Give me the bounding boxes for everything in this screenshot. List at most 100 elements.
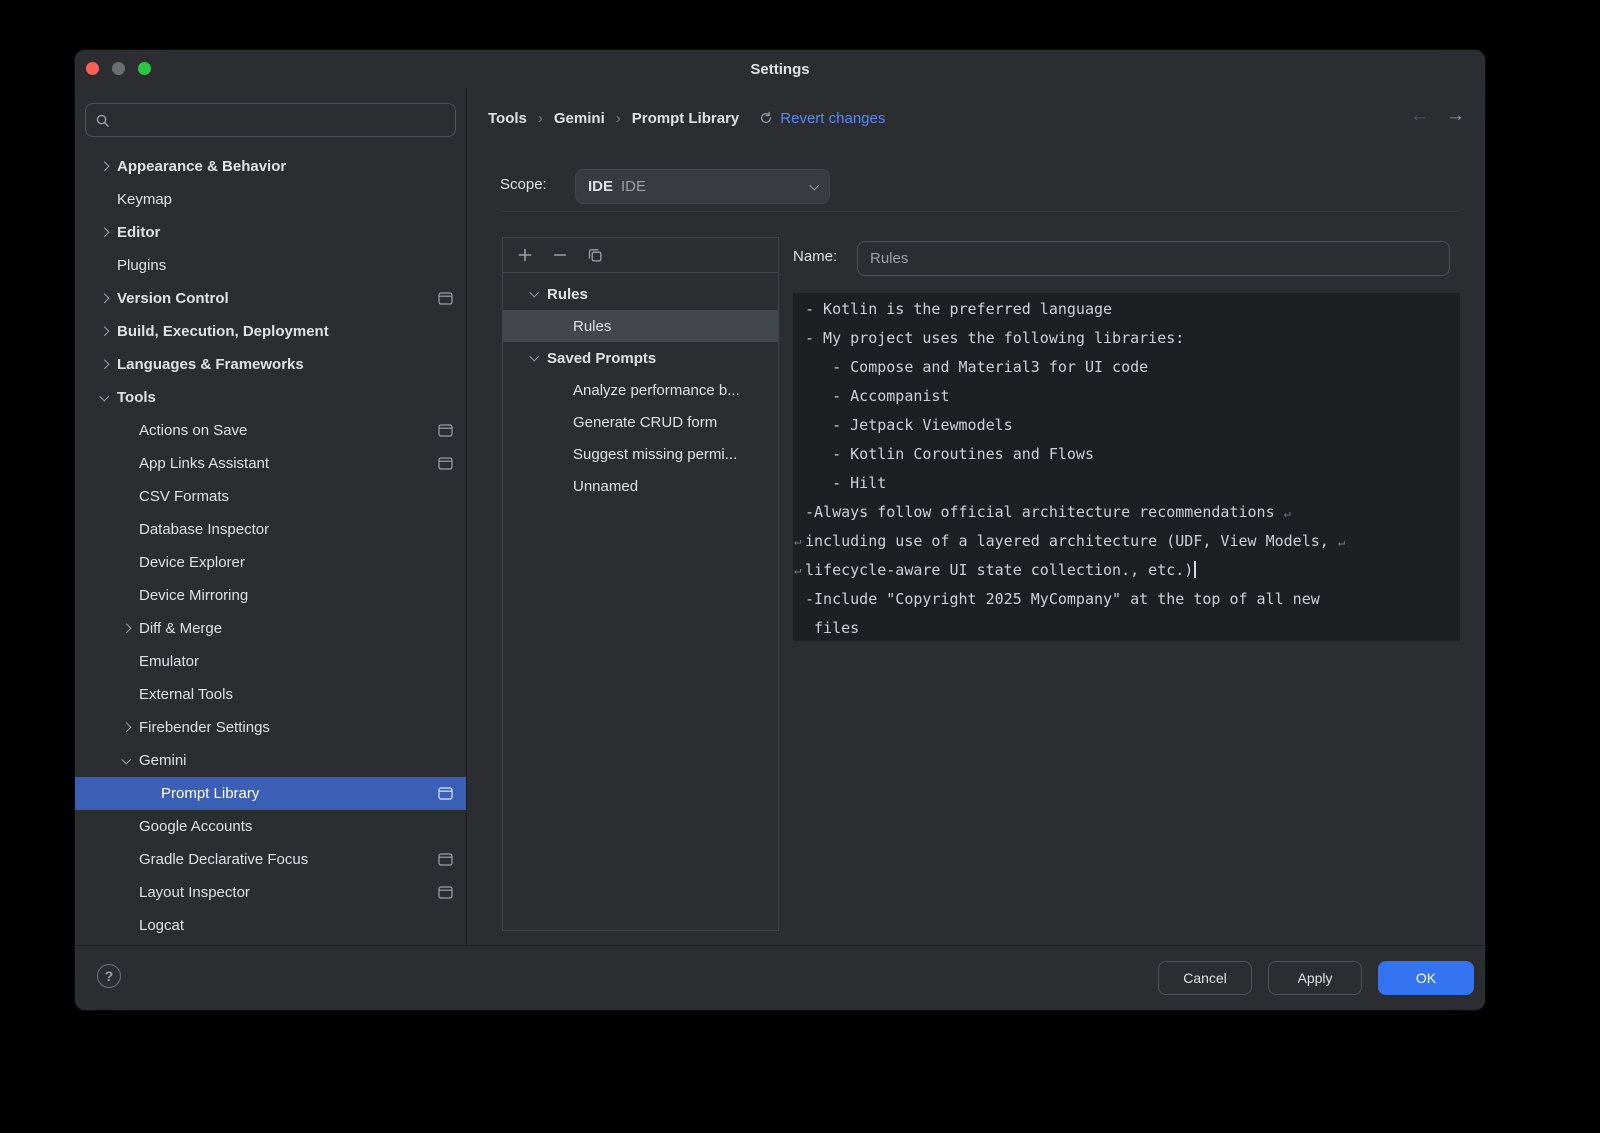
editor-line: - Accompanist (793, 382, 1460, 411)
sidebar-item-editor[interactable]: Editor (75, 216, 466, 249)
sidebar-item-firebender-settings[interactable]: Firebender Settings (75, 711, 466, 744)
ide-settings-icon (438, 886, 453, 899)
chevron-right-icon (121, 624, 130, 633)
editor-line: - Kotlin Coroutines and Flows (793, 440, 1460, 469)
prompt-item-generate-crud-form[interactable]: Generate CRUD form (503, 406, 778, 438)
traffic-lights (86, 62, 151, 75)
sidebar-item-device-mirroring[interactable]: Device Mirroring (75, 579, 466, 612)
remove-prompt-button[interactable] (549, 244, 571, 266)
sidebar-item-actions-on-save[interactable]: Actions on Save (75, 414, 466, 447)
search-icon (95, 113, 110, 128)
prompt-name-input[interactable] (857, 241, 1450, 276)
sidebar-item-tools[interactable]: Tools (75, 381, 466, 414)
sidebar-item-label: Editor (117, 224, 160, 241)
editor-line: ↵including use of a layered architecture… (793, 527, 1460, 556)
sidebar-item-label: Emulator (139, 653, 199, 670)
help-button[interactable]: ? (97, 964, 121, 988)
prompt-item-rules[interactable]: Rules (503, 310, 778, 342)
sidebar-item-database-inspector[interactable]: Database Inspector (75, 513, 466, 546)
editor-line: ↵lifecycle-aware UI state collection., e… (793, 556, 1460, 585)
cancel-button[interactable]: Cancel (1158, 961, 1252, 995)
chevron-down-icon (529, 352, 538, 361)
revert-icon (759, 111, 773, 125)
scope-dropdown[interactable]: IDE IDE (575, 169, 830, 204)
forward-arrow-icon[interactable]: → (1446, 105, 1465, 127)
chevron-down-icon (99, 391, 108, 400)
sidebar-item-logcat[interactable]: Logcat (75, 909, 466, 942)
prompt-text-editor[interactable]: - Kotlin is the preferred language - My … (793, 293, 1460, 641)
editor-line: files (793, 614, 1460, 641)
prompt-group-rules[interactable]: Rules (503, 278, 778, 310)
editor-line: - My project uses the following librarie… (793, 324, 1460, 353)
sidebar-item-label: Actions on Save (139, 422, 247, 439)
editor-line: - Jetpack Viewmodels (793, 411, 1460, 440)
help-icon: ? (105, 968, 114, 984)
sidebar-item-label: Gradle Declarative Focus (139, 851, 308, 868)
sidebar-item-label: Device Mirroring (139, 587, 248, 604)
zoom-window-button[interactable] (138, 62, 151, 75)
sidebar-item-layout-inspector[interactable]: Layout Inspector (75, 876, 466, 909)
sidebar-item-appearance-behavior[interactable]: Appearance & Behavior (75, 150, 466, 183)
soft-wrap-icon: ↵ (1338, 535, 1345, 549)
sidebar-item-device-explorer[interactable]: Device Explorer (75, 546, 466, 579)
prompt-item-label: Analyze performance b... (573, 382, 740, 399)
prompt-item-unnamed[interactable]: Unnamed (503, 470, 778, 502)
prompt-item-label: Unnamed (573, 478, 638, 495)
prompt-group-saved-prompts[interactable]: Saved Prompts (503, 342, 778, 374)
sidebar-item-label: Build, Execution, Deployment (117, 323, 329, 340)
sidebar-item-diff-merge[interactable]: Diff & Merge (75, 612, 466, 645)
add-prompt-button[interactable] (514, 244, 536, 266)
revert-changes-link[interactable]: Revert changes (780, 110, 885, 127)
titlebar[interactable]: Settings (75, 50, 1485, 88)
sidebar-item-build-execution-deployment[interactable]: Build, Execution, Deployment (75, 315, 466, 348)
sidebar-item-plugins[interactable]: Plugins (75, 249, 466, 282)
sidebar-item-gemini[interactable]: Gemini (75, 744, 466, 777)
sidebar-item-label: Google Accounts (139, 818, 252, 835)
name-label: Name: (793, 248, 837, 265)
breadcrumb-tools[interactable]: Tools (488, 110, 527, 127)
sidebar-item-external-tools[interactable]: External Tools (75, 678, 466, 711)
prompt-item-suggest-missing-permissions[interactable]: Suggest missing permi... (503, 438, 778, 470)
copy-prompt-button[interactable] (584, 244, 606, 266)
sidebar-item-label: Layout Inspector (139, 884, 250, 901)
sidebar-item-label: Prompt Library (161, 785, 259, 802)
chevron-right-icon (99, 360, 108, 369)
soft-wrap-icon: ↵ (794, 527, 801, 556)
sidebar-item-label: Tools (117, 389, 156, 406)
ok-button[interactable]: OK (1378, 961, 1474, 995)
sidebar-item-languages-frameworks[interactable]: Languages & Frameworks (75, 348, 466, 381)
ide-settings-icon (438, 853, 453, 866)
sidebar-item-version-control[interactable]: Version Control (75, 282, 466, 315)
ide-settings-icon (438, 457, 453, 470)
settings-search-box[interactable] (85, 103, 456, 137)
minimize-window-button[interactable] (112, 62, 125, 75)
sidebar-item-label: Logcat (139, 917, 184, 934)
sidebar-item-prompt-library[interactable]: Prompt Library (75, 777, 466, 810)
chevron-right-icon (99, 294, 108, 303)
ide-settings-icon (438, 787, 453, 800)
breadcrumb-gemini[interactable]: Gemini (554, 110, 605, 127)
breadcrumb-separator: › (538, 110, 543, 127)
dialog-footer: ? Cancel Apply OK (75, 945, 1485, 1010)
sidebar-item-label: Appearance & Behavior (117, 158, 286, 175)
soft-wrap-icon: ↵ (1284, 506, 1291, 520)
sidebar-item-label: Plugins (117, 257, 166, 274)
sidebar-item-keymap[interactable]: Keymap (75, 183, 466, 216)
search-input[interactable] (117, 112, 446, 128)
soft-wrap-icon: ↵ (794, 556, 801, 585)
sidebar-item-label: External Tools (139, 686, 233, 703)
prompt-list-panel: Rules Rules Saved Prompts Analyze perfor… (502, 237, 779, 931)
chevron-down-icon (809, 180, 818, 189)
sidebar-item-google-accounts[interactable]: Google Accounts (75, 810, 466, 843)
apply-button[interactable]: Apply (1268, 961, 1362, 995)
close-window-button[interactable] (86, 62, 99, 75)
sidebar-item-emulator[interactable]: Emulator (75, 645, 466, 678)
settings-content: Tools › Gemini › Prompt Library Revert c… (468, 88, 1485, 945)
sidebar-item-app-links-assistant[interactable]: App Links Assistant (75, 447, 466, 480)
sidebar-item-csv-formats[interactable]: CSV Formats (75, 480, 466, 513)
back-arrow-icon[interactable]: ← (1410, 105, 1429, 127)
sidebar-item-gradle-declarative-focus[interactable]: Gradle Declarative Focus (75, 843, 466, 876)
prompt-item-analyze-performance[interactable]: Analyze performance b... (503, 374, 778, 406)
prompt-tree: Rules Rules Saved Prompts Analyze perfor… (503, 278, 778, 502)
prompt-list-toolbar (503, 238, 778, 273)
